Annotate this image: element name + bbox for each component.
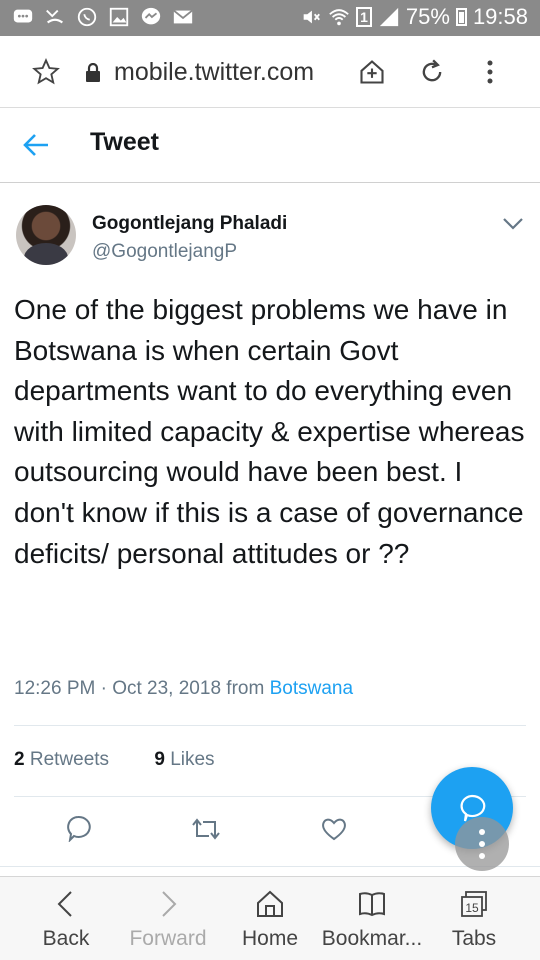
back-arrow-icon[interactable] — [22, 132, 50, 158]
book-icon — [359, 892, 385, 917]
tabs-count: 15 — [465, 901, 479, 915]
battery-icon — [455, 8, 467, 26]
mail-icon — [172, 6, 194, 28]
page-title: Tweet — [90, 128, 159, 156]
tweet-text: One of the biggest problems we have in B… — [14, 294, 525, 569]
nav-home[interactable]: Home — [216, 877, 324, 960]
bookmark-star-icon[interactable] — [32, 58, 60, 86]
nav-bookmarks[interactable]: Bookmar... — [318, 877, 426, 960]
tweet-stats: 2 Retweets 9 Likes — [14, 749, 215, 771]
retweets-stat[interactable]: 2 Retweets — [14, 749, 109, 770]
wifi-icon — [328, 6, 350, 28]
more-menu-icon[interactable] — [482, 58, 498, 86]
vertical-dots-icon — [479, 829, 485, 859]
heart-icon[interactable] — [320, 815, 348, 843]
tweet-timestamp: 12:26 PM · Oct 23, 2018 from Botswana — [14, 678, 353, 700]
nav-home-label: Home — [241, 927, 299, 950]
nav-forward-label: Forward — [129, 927, 207, 950]
author-handle[interactable]: @GogontlejangP — [92, 241, 237, 263]
likes-stat[interactable]: 9 Likes — [154, 749, 214, 770]
divider — [0, 866, 540, 867]
reload-icon[interactable] — [418, 58, 446, 86]
sim-badge: 1 — [356, 7, 372, 27]
signal-icon — [378, 6, 400, 28]
nav-back-label: Back — [42, 927, 90, 950]
avatar[interactable] — [16, 205, 76, 265]
nav-forward[interactable]: Forward — [114, 877, 222, 960]
retweet-icon[interactable] — [190, 816, 222, 842]
mute-icon — [300, 6, 322, 28]
status-bar: 1 75% 19:58 — [0, 0, 540, 36]
nav-bookmarks-label: Bookmar... — [321, 927, 423, 950]
nav-tabs-label: Tabs — [451, 927, 497, 950]
notification-icons — [12, 6, 194, 28]
lock-icon — [86, 63, 100, 82]
avatar-shoulders — [24, 243, 68, 265]
likes-label: Likes — [170, 749, 215, 770]
chevron-left-icon — [57, 891, 72, 917]
floating-menu-button[interactable] — [455, 817, 509, 871]
retweets-label: Retweets — [29, 749, 110, 770]
reply-icon[interactable] — [64, 814, 92, 842]
likes-count: 9 — [154, 749, 165, 770]
browser-url-bar: mobile.twitter.com — [0, 36, 540, 108]
browser-bottom-nav: Back Forward Home Bookmar... 15 Tabs — [0, 876, 540, 960]
retweets-count: 2 — [14, 749, 25, 770]
tweet-header: Tweet — [0, 108, 540, 183]
status-right: 1 75% 19:58 — [300, 4, 528, 30]
chevron-down-icon[interactable] — [500, 214, 526, 234]
chat-bubble-icon — [12, 6, 34, 28]
image-icon — [108, 6, 130, 28]
home-icon — [257, 890, 283, 917]
url-field[interactable]: mobile.twitter.com — [114, 58, 314, 87]
divider — [14, 725, 526, 726]
author-name[interactable]: Gogontlejang Phaladi — [92, 213, 287, 235]
clock: 19:58 — [472, 4, 528, 29]
whatsapp-icon — [76, 6, 98, 28]
chevron-right-icon — [162, 891, 177, 917]
missed-call-icon — [44, 6, 66, 28]
nav-tabs[interactable]: 15 Tabs — [420, 877, 528, 960]
tweet-location-link[interactable]: Botswana — [270, 678, 353, 699]
nav-back[interactable]: Back — [12, 877, 120, 960]
battery-percent: 75% — [405, 4, 450, 29]
tabs-icon: 15 — [461, 891, 487, 917]
add-to-home-icon[interactable] — [358, 58, 386, 86]
tweet-time: 12:26 PM · Oct 23, 2018 from — [14, 678, 270, 699]
messenger-icon — [140, 6, 162, 28]
